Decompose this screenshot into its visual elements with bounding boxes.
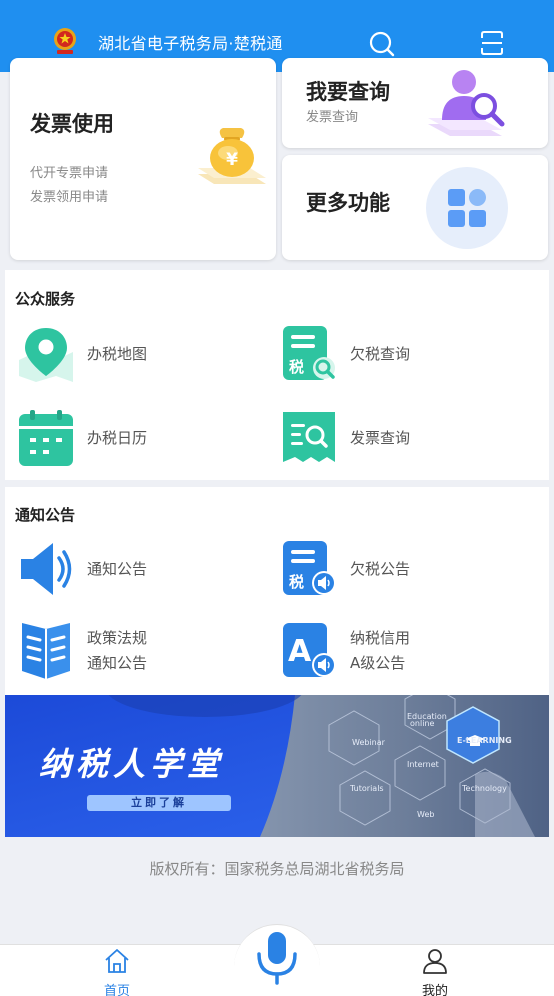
speaker-icon: [21, 543, 72, 595]
tax-arrears-notice-item[interactable]: 税 欠税公告: [280, 539, 410, 599]
svg-text:A: A: [288, 634, 312, 669]
tax-doc-announce-icon: 税: [283, 541, 336, 595]
credit-a-icon: A: [283, 623, 336, 677]
learn-more-button[interactable]: 立即了解: [87, 795, 231, 811]
tab-home[interactable]: 首页: [87, 948, 147, 996]
policy-regulation-line1: 政策法规: [87, 629, 148, 647]
scan-icon[interactable]: [480, 30, 504, 56]
more-features-card[interactable]: 更多功能: [282, 155, 548, 260]
home-icon: [105, 949, 129, 973]
policy-regulation-label: 政策法规 通知公告: [87, 626, 147, 676]
issue-special-invoice-link[interactable]: 代开专票申请: [30, 162, 108, 181]
tax-doc-search-icon: 税: [283, 326, 335, 380]
user-search-icon: [428, 70, 505, 136]
credit-a-line1: 纳税信用: [350, 629, 411, 647]
svg-text:E-LEARNING: E-LEARNING: [457, 736, 512, 745]
tax-calendar-label: 办税日历: [87, 428, 148, 447]
calendar-icon: [19, 410, 73, 466]
copyright-text: 版权所有：国家税务总局湖北省税务局: [149, 860, 405, 878]
tax-map-label: 办税地图: [87, 344, 148, 363]
tab-mine-label: 我的: [421, 984, 448, 996]
svg-text:Tutorials: Tutorials: [349, 784, 384, 793]
svg-text:Web: Web: [417, 810, 434, 819]
notice-announcement-item[interactable]: 通知公告: [17, 539, 147, 599]
policy-regulation-line2: 通知公告: [87, 654, 148, 672]
credit-a-notice-item[interactable]: A 纳税信用 A级公告: [280, 621, 410, 681]
app-page: 湖北省电子税务局·楚税通 发票使用 代开专票申请 发票领用申请 ¥ 我要查询 发…: [0, 0, 554, 996]
invoice-search-icon: [283, 412, 335, 462]
svg-text:¥: ¥: [226, 150, 238, 170]
policy-regulation-item[interactable]: 政策法规 通知公告: [17, 621, 147, 681]
svg-text:税: 税: [289, 358, 304, 376]
svg-text:Technology: Technology: [461, 784, 507, 793]
public-service-title: 公众服务: [15, 290, 76, 308]
apply-invoice-link[interactable]: 发票领用申请: [30, 186, 108, 205]
money-bag-icon: ¥: [198, 128, 266, 184]
microphone-icon[interactable]: [254, 930, 300, 986]
app-grid-icon: [426, 167, 508, 249]
tab-mine[interactable]: 我的: [405, 948, 465, 996]
invoice-use-card[interactable]: 发票使用 代开专票申请 发票领用申请 ¥: [10, 58, 276, 260]
invoice-use-title: 发票使用: [30, 112, 114, 136]
map-pin-icon: [19, 328, 73, 382]
public-service-section: 公众服务 办税地图 税 欠税查询 办税日历 发票查询: [5, 270, 549, 480]
open-book-icon: [22, 623, 70, 679]
svg-text:online: online: [410, 719, 434, 728]
invoice-query-item[interactable]: 发票查询: [280, 408, 410, 468]
notice-section-title: 通知公告: [15, 506, 76, 524]
my-query-title: 我要查询: [306, 80, 390, 104]
national-emblem-icon: [54, 28, 76, 54]
notice-announcement-label: 通知公告: [87, 559, 148, 578]
my-query-card[interactable]: 我要查询 发票查询: [282, 58, 548, 148]
notice-section: 通知公告 通知公告 税 欠税公告 政策法规 通知公告 A 纳税信用 A级公告: [5, 487, 549, 695]
search-icon[interactable]: [368, 30, 396, 58]
app-title: 湖北省电子税务局·楚税通: [98, 34, 283, 53]
user-icon: [423, 949, 447, 974]
credit-a-line2: A级公告: [350, 654, 406, 672]
tax-arrears-query-label: 欠税查询: [350, 344, 411, 363]
tax-arrears-notice-label: 欠税公告: [350, 559, 411, 578]
credit-a-notice-label: 纳税信用 A级公告: [350, 626, 410, 676]
invoice-query-subtitle: 发票查询: [306, 110, 359, 125]
svg-text:Webinar: Webinar: [352, 738, 386, 747]
svg-text:Internet: Internet: [407, 760, 439, 769]
tax-map-item[interactable]: 办税地图: [17, 324, 147, 384]
taxpayer-school-banner[interactable]: E-LEARNING Education online Webinar Inte…: [5, 695, 549, 837]
tab-home-label: 首页: [103, 984, 130, 996]
tax-calendar-item[interactable]: 办税日历: [17, 408, 147, 468]
tax-arrears-query-item[interactable]: 税 欠税查询: [280, 324, 410, 384]
invoice-query-label: 发票查询: [350, 428, 411, 447]
svg-text:税: 税: [289, 573, 304, 591]
banner-title: 纳税人学堂: [39, 745, 225, 783]
more-features-title: 更多功能: [306, 191, 390, 215]
